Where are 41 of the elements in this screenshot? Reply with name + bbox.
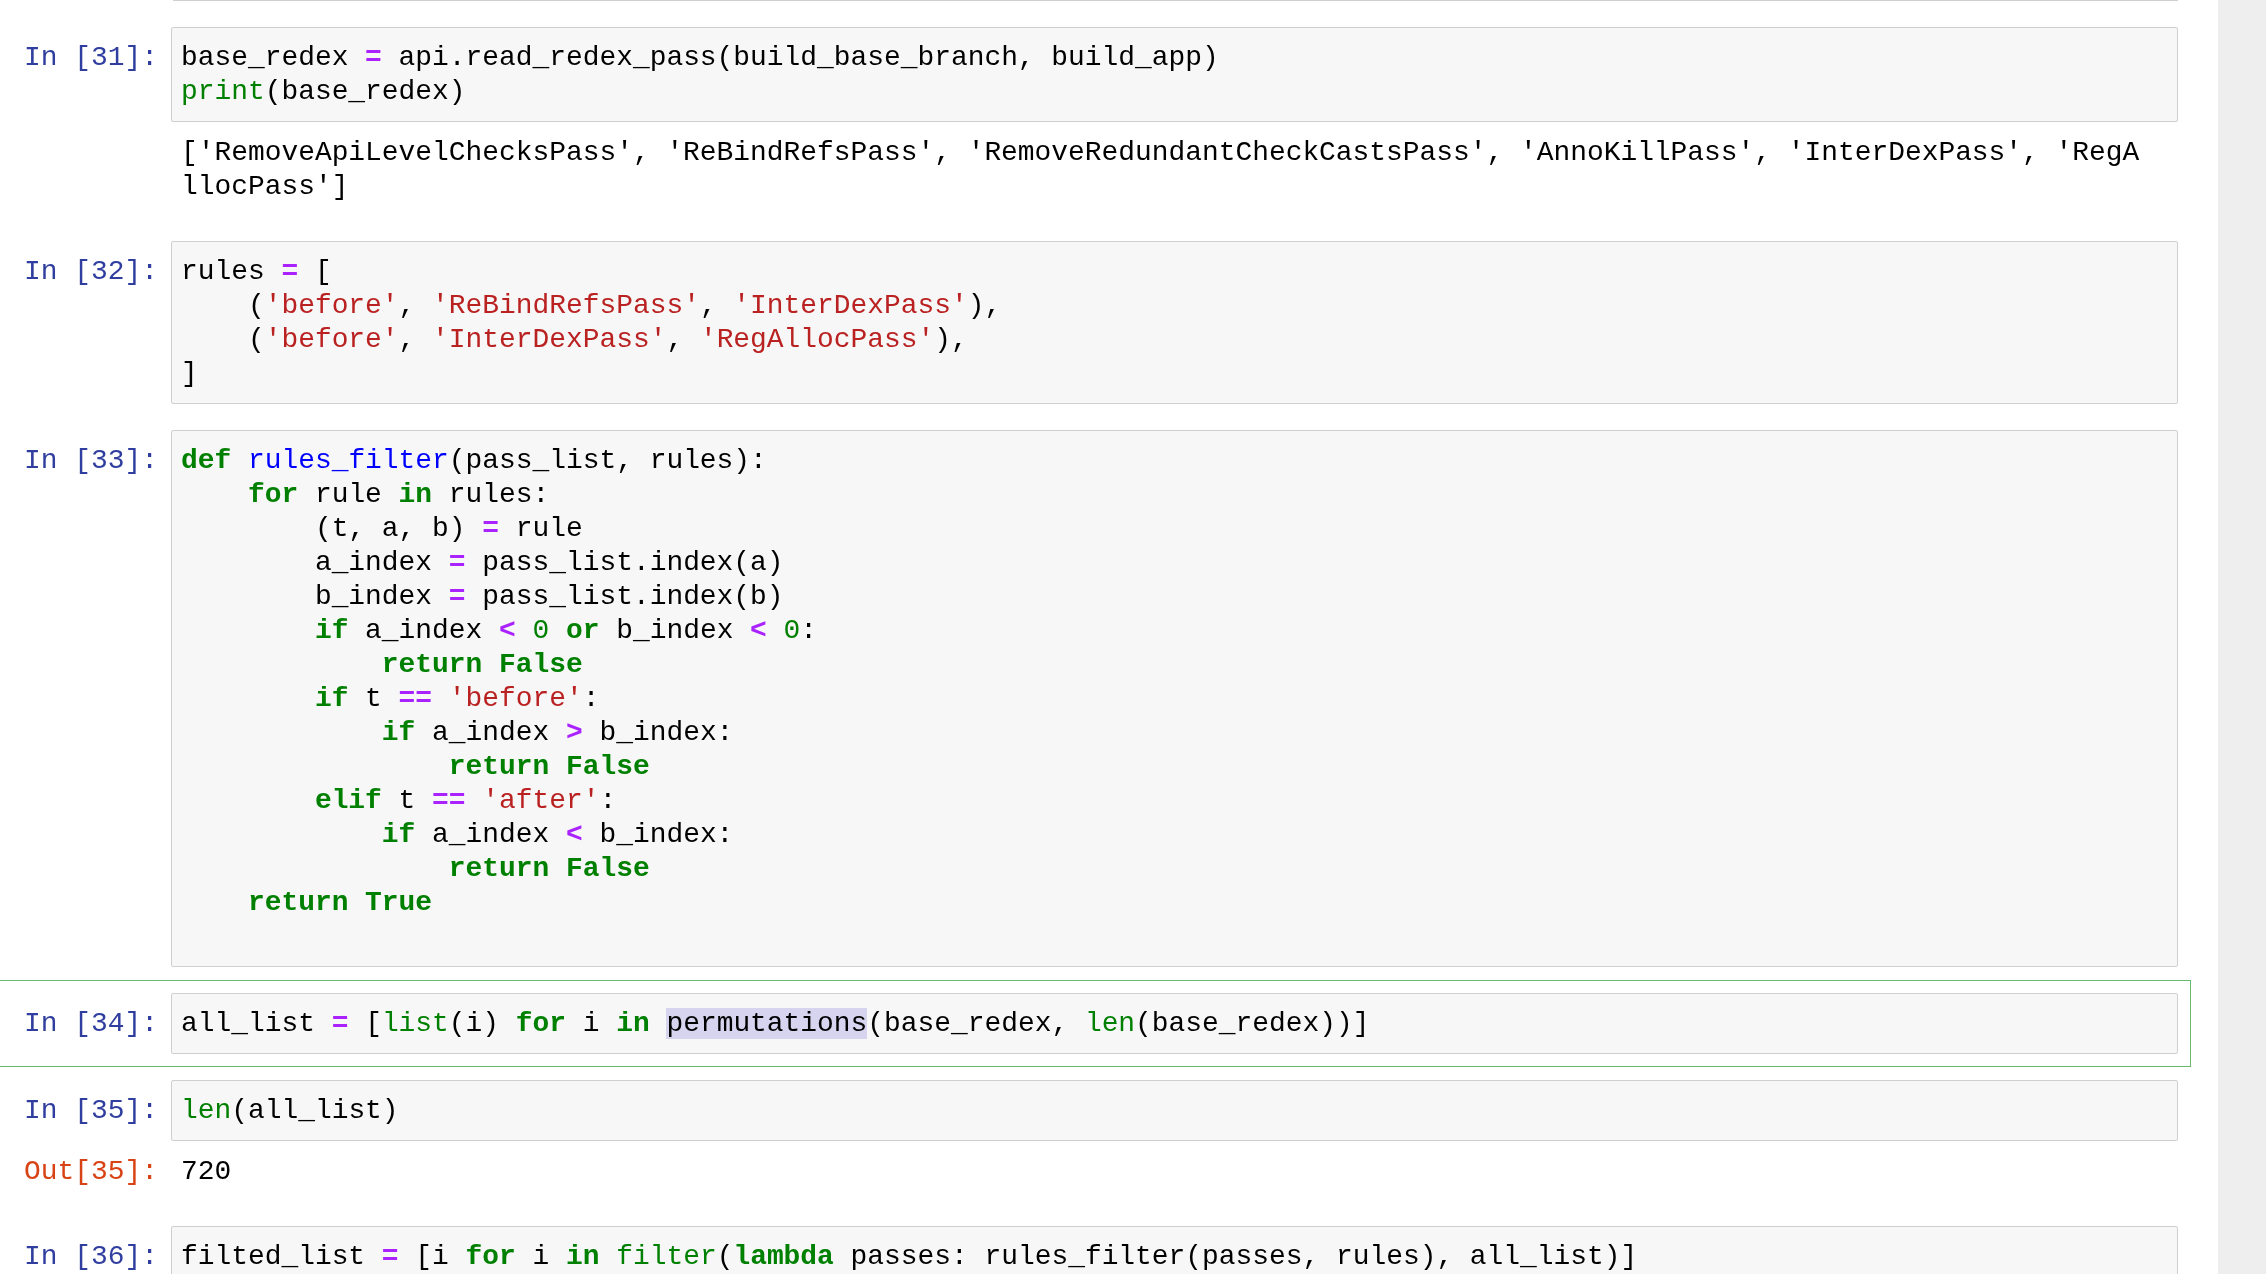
code-line: a_index = pass_list.index(a) bbox=[313, 546, 785, 580]
code-line: len(all_list) bbox=[181, 1094, 400, 1128]
input-prompt: In [33]: bbox=[23, 444, 159, 478]
code-line: return False bbox=[380, 648, 584, 682]
output-text: 720 bbox=[180, 1155, 233, 1189]
code-line: (t, a, b) = rule bbox=[313, 512, 584, 546]
code-line: b_index = pass_list.index(b) bbox=[313, 580, 785, 614]
code-line: elif t == 'after': bbox=[313, 784, 618, 818]
code-line: for rule in rules: bbox=[246, 478, 551, 512]
code-line: print(base_redex) bbox=[181, 75, 467, 109]
notebook-cell[interactable]: In [32]: rules = [ ('before', 'ReBindRefsPass', 'InterDexPass'), ('before', 'InterDexPass', 'RegAllocPass'), ] bbox=[0, 228, 2191, 417]
notebook-cell[interactable]: In [35]: len(all_list) Out[35]: 720 bbox=[0, 1067, 2191, 1213]
code-cell-input[interactable]: filted_list = [i for i in filter(lambda passes: rules_filter(passes, rules), all_list)] bbox=[171, 1226, 2178, 1274]
code-line: base_redex = api.read_redex_pass(build_base_branch, build_app) bbox=[181, 41, 1220, 75]
code-line: return True bbox=[246, 886, 434, 920]
code-line: return False bbox=[447, 852, 651, 886]
code-line: ('before', 'InterDexPass', 'RegAllocPass'), bbox=[246, 323, 969, 357]
notebook-cell[interactable]: In [36]: filted_list = [i for i in filter(lambda passes: rules_filter(passes, rules), all_list)] bbox=[0, 1213, 2191, 1274]
code-line: if a_index < b_index: bbox=[380, 818, 735, 852]
code-line: if a_index > b_index: bbox=[380, 716, 735, 750]
input-prompt: In [31]: bbox=[23, 41, 159, 75]
code-cell-input[interactable]: rules = [ ('before', 'ReBindRefsPass', 'InterDexPass'), ('before', 'InterDexPass', 'RegAllocPass'), ] bbox=[171, 241, 2178, 404]
input-prompt: In [35]: bbox=[23, 1094, 159, 1128]
code-cell-input[interactable]: len(all_list) bbox=[171, 1080, 2178, 1141]
code-line: rules = [ bbox=[181, 255, 333, 289]
code-cell-input[interactable]: all_list = [list(i) for i in permutations(base_redex, len(base_redex))] bbox=[171, 993, 2178, 1054]
code-line: ('before', 'ReBindRefsPass', 'InterDexPass'), bbox=[246, 289, 1003, 323]
input-prompt: In [36]: bbox=[23, 1240, 159, 1274]
code-line: ] bbox=[181, 357, 199, 391]
code-line: if t == 'before': bbox=[313, 682, 601, 716]
code-line: all_list = [list(i) for i in permutations(base_redex, len(base_redex))] bbox=[181, 1007, 1371, 1041]
code-line: return False bbox=[447, 750, 651, 784]
code-cell-input[interactable]: base_redex = api.read_redex_pass(build_base_branch, build_app) print(base_redex) bbox=[171, 27, 2178, 122]
output-text: ['RemoveApiLevelChecksPass', 'ReBindRefsPass', 'RemoveRedundantCheckCastsPass', 'AnnoKillPass', 'InterDexPass', 'RegA llocPass'] bbox=[180, 136, 2141, 204]
input-prompt: In [34]: bbox=[23, 1007, 159, 1041]
code-line: def rules_filter(pass_list, rules): bbox=[181, 444, 768, 478]
code-line: filted_list = [i for i in filter(lambda passes: rules_filter(passes, rules), all_list)] bbox=[181, 1240, 1639, 1274]
notebook-cell[interactable]: In [34]: all_list = [list(i) for i in permutations(base_redex, len(base_redex))] bbox=[0, 980, 2191, 1067]
input-prompt: In [32]: bbox=[23, 255, 159, 289]
output-prompt: Out[35]: bbox=[23, 1155, 159, 1189]
code-line: if a_index < 0 or b_index < 0: bbox=[313, 614, 819, 648]
